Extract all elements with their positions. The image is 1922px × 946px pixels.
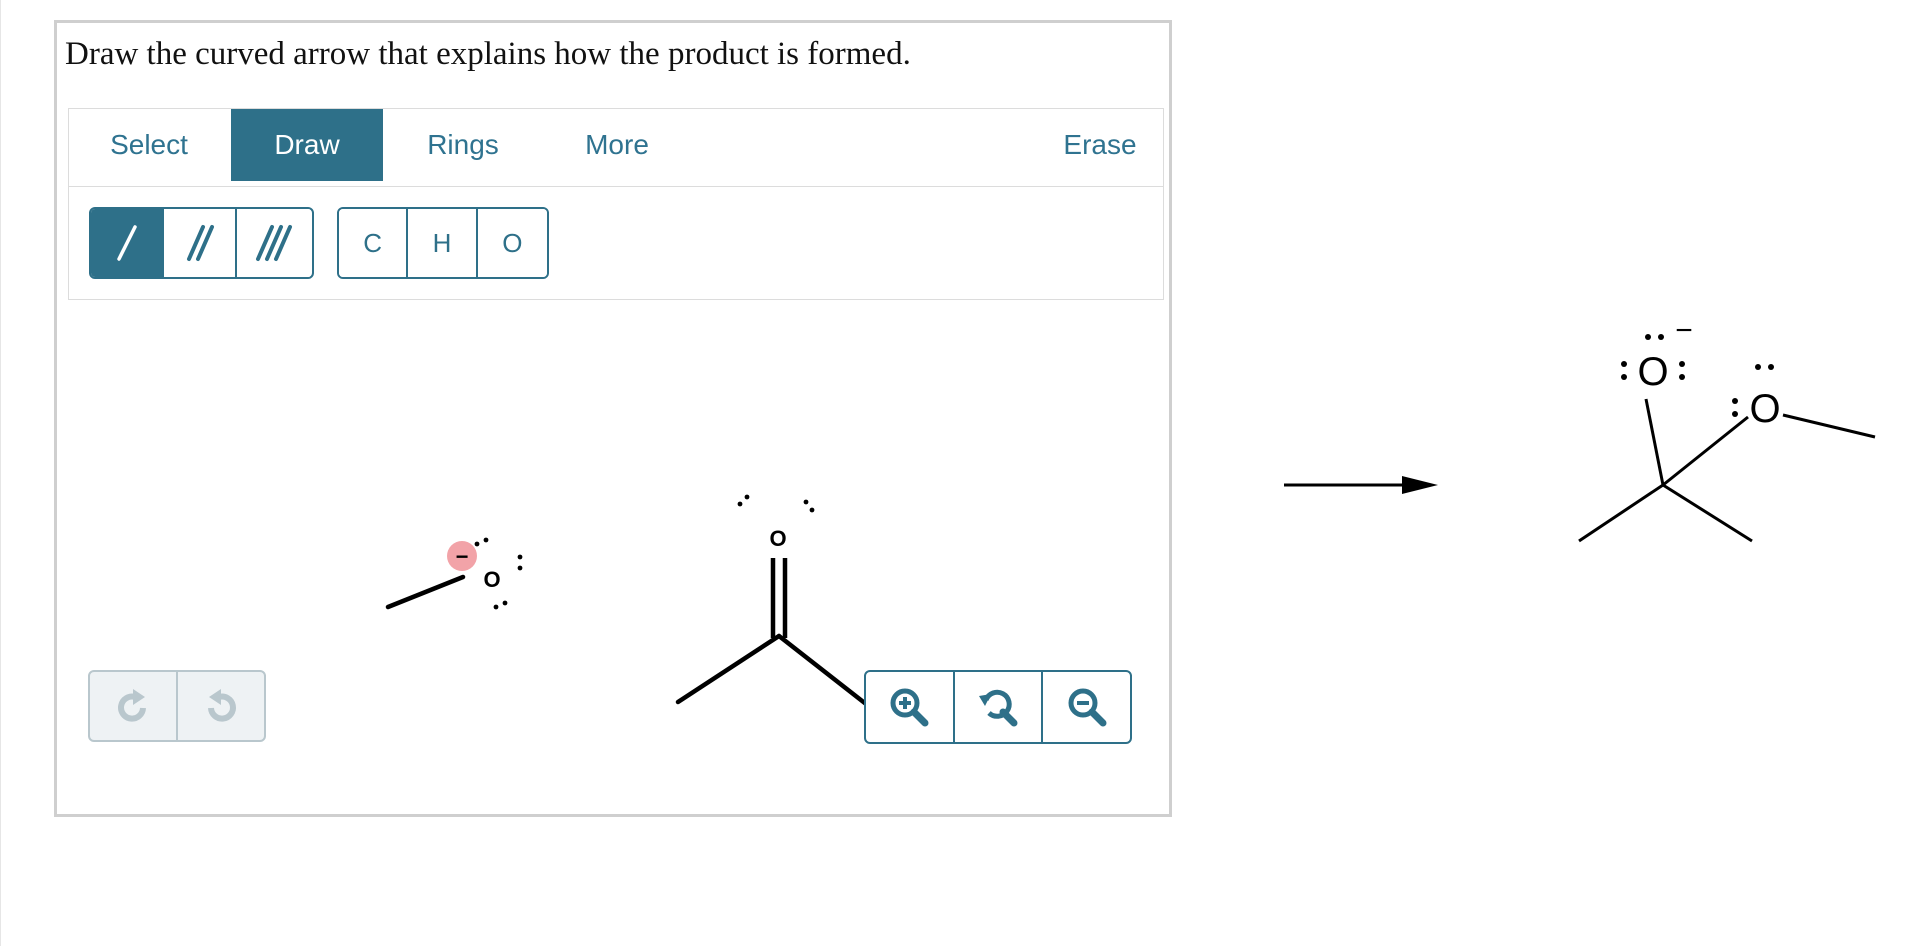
tab-erase[interactable]: Erase: [1045, 109, 1155, 181]
zoom-in-button[interactable]: [866, 672, 955, 742]
redo-icon: [208, 689, 236, 722]
zoom-reset-icon: [979, 689, 1018, 727]
methoxide-molecule[interactable]: − O: [385, 537, 523, 610]
tab-draw[interactable]: Draw: [231, 109, 383, 181]
double-bond-icon: [186, 225, 214, 261]
acetone-oxygen[interactable]: O: [769, 526, 786, 551]
single-bond-icon: [116, 225, 137, 261]
zoom-in-icon: [890, 688, 929, 727]
tab-rings[interactable]: Rings: [403, 109, 523, 181]
product-molecule: O − O: [1578, 314, 1876, 543]
drawing-toolbar: Select Draw Rings More Erase C H O: [68, 108, 1164, 300]
tab-select[interactable]: Select: [89, 109, 209, 181]
product-alkoxide-charge: −: [1675, 314, 1693, 347]
acetone-molecule[interactable]: O: [675, 494, 869, 707]
product-ether-oxygen: O: [1749, 387, 1780, 431]
atom-c-button[interactable]: C: [339, 209, 409, 277]
triple-bond-icon: [255, 225, 292, 261]
reaction-arrow: [1284, 476, 1438, 494]
page-left-border: [0, 0, 1, 946]
history-group: [88, 670, 266, 742]
undo-button[interactable]: [90, 672, 178, 740]
tab-more[interactable]: More: [559, 109, 675, 181]
atom-tool-group: C H O: [337, 207, 549, 279]
atom-h-button[interactable]: H: [408, 209, 478, 277]
product-alkoxide-oxygen: O: [1637, 350, 1668, 394]
zoom-group: [864, 670, 1132, 744]
bond-tool-group: [89, 207, 314, 279]
toolbar-tabs: Select Draw Rings More Erase: [69, 109, 1163, 187]
methoxide-oxygen[interactable]: O: [483, 567, 500, 592]
acetone-methyl-bond-right[interactable]: [776, 633, 869, 707]
acetone-methyl-bond-left[interactable]: [675, 633, 782, 705]
question-prompt: Draw the curved arrow that explains how …: [65, 36, 911, 72]
redo-button[interactable]: [178, 672, 264, 740]
undo-icon: [118, 689, 146, 722]
methoxide-c-o-bond[interactable]: [385, 574, 466, 610]
methoxide-charge: −: [456, 544, 469, 569]
zoom-out-icon: [1068, 688, 1107, 727]
zoom-out-button[interactable]: [1043, 672, 1130, 742]
double-bond-button[interactable]: [164, 209, 237, 277]
triple-bond-button[interactable]: [237, 209, 310, 277]
zoom-reset-button[interactable]: [955, 672, 1044, 742]
single-bond-button[interactable]: [91, 209, 164, 277]
atom-o-button[interactable]: O: [477, 209, 547, 277]
product-panel: O − O: [1284, 314, 1876, 543]
